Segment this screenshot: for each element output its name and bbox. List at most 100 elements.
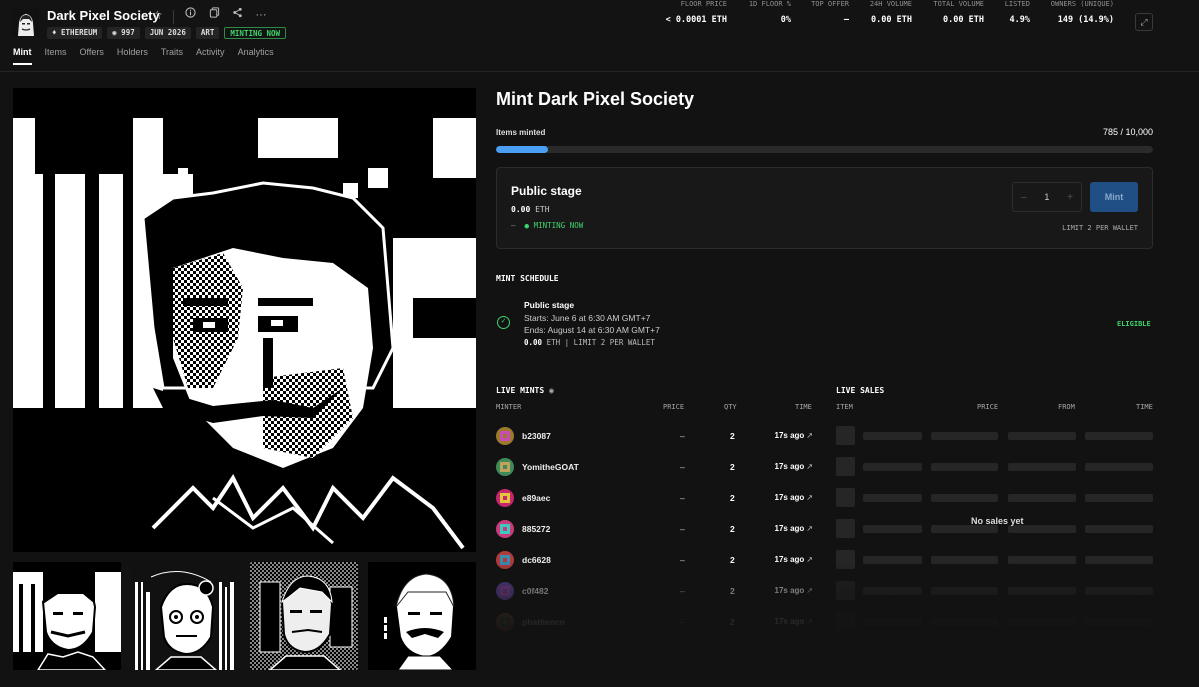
stage-price: 0.00 ETH xyxy=(511,205,550,214)
minter-name[interactable]: b23087 xyxy=(522,431,551,441)
mint-button[interactable]: Mint xyxy=(1090,182,1138,212)
skeleton-bar xyxy=(1085,494,1153,502)
skeleton-bar xyxy=(863,463,922,471)
increase-quantity-button[interactable]: + xyxy=(1067,192,1073,203)
mint-time[interactable]: 17s ago ↗ xyxy=(775,524,814,533)
quantity-value[interactable]: 1 xyxy=(1044,192,1049,202)
more-options-icon[interactable]: ··· xyxy=(253,7,269,23)
table-row[interactable]: phattiencn – 2 17s ago ↗ xyxy=(496,613,813,633)
copy-icon[interactable] xyxy=(206,7,222,23)
skeleton-row xyxy=(836,581,1153,601)
external-link-icon[interactable]: ↗ xyxy=(806,555,813,564)
skeleton-bar xyxy=(863,494,922,502)
stat-owners: OWNERS (UNIQUE) 149 (14.9%) xyxy=(1050,0,1114,25)
thumbnail-2[interactable] xyxy=(131,562,239,670)
tab-offers[interactable]: Offers xyxy=(80,47,104,65)
skeleton-bar xyxy=(1008,556,1076,564)
skeleton-bar xyxy=(931,587,998,595)
skeleton-row xyxy=(836,612,1153,632)
wallet-limit: LIMIT 2 PER WALLET xyxy=(1062,224,1138,232)
items-minted-value: 785 / 10,000 xyxy=(1102,127,1153,137)
collection-hero-image xyxy=(13,88,476,552)
mint-qty: 2 xyxy=(730,493,735,503)
tab-items[interactable]: Items xyxy=(45,47,67,65)
minter-name[interactable]: 885272 xyxy=(522,524,550,534)
mint-qty: 2 xyxy=(730,431,735,441)
info-icon[interactable] xyxy=(182,7,198,23)
mint-time[interactable]: 17s ago ↗ xyxy=(775,493,814,502)
thumbnail-4[interactable] xyxy=(368,562,476,670)
skeleton-thumb xyxy=(836,519,855,538)
external-link-icon[interactable]: ↗ xyxy=(806,431,813,440)
mint-time[interactable]: 17s ago ↗ xyxy=(775,462,814,471)
skeleton-bar xyxy=(931,463,998,471)
mint-time[interactable]: 17s ago ↗ xyxy=(775,617,814,626)
table-row[interactable]: e89aec – 2 17s ago ↗ xyxy=(496,489,813,509)
favorite-star-icon[interactable]: ☆ xyxy=(152,8,163,22)
mint-time[interactable]: 17s ago ↗ xyxy=(775,431,814,440)
minting-status-tag: MINTING NOW xyxy=(224,27,287,39)
avatar[interactable] xyxy=(496,427,514,445)
mint-time[interactable]: 17s ago ↗ xyxy=(775,586,814,595)
avatar[interactable] xyxy=(496,551,514,569)
minter-name[interactable]: YomitheGOAT xyxy=(522,462,579,472)
schedule-stage-name: Public stage xyxy=(524,300,575,310)
minter-name[interactable]: dc6628 xyxy=(522,555,551,565)
tab-traits[interactable]: Traits xyxy=(161,47,183,65)
avatar[interactable] xyxy=(496,613,514,631)
skeleton-bar xyxy=(1008,494,1076,502)
share-icon[interactable] xyxy=(229,7,245,23)
external-link-icon[interactable]: ↗ xyxy=(806,462,813,471)
avatar[interactable] xyxy=(496,458,514,476)
avatar[interactable] xyxy=(496,520,514,538)
external-link-icon[interactable]: ↗ xyxy=(806,586,813,595)
mint-price: – xyxy=(680,493,685,503)
table-row[interactable]: b23087 – 2 17s ago ↗ xyxy=(496,427,813,447)
decrease-quantity-button[interactable]: – xyxy=(1021,192,1027,203)
col-qty: QTY xyxy=(724,403,737,411)
stat-top-offer: TOP OFFER – xyxy=(811,0,849,25)
mint-time[interactable]: 17s ago ↗ xyxy=(775,555,814,564)
tab-mint[interactable]: Mint xyxy=(13,47,32,65)
table-row[interactable]: 885272 – 2 17s ago ↗ xyxy=(496,520,813,540)
table-row[interactable]: YomitheGOAT – 2 17s ago ↗ xyxy=(496,458,813,478)
avatar[interactable] xyxy=(496,489,514,507)
check-circle-icon: ✓ xyxy=(497,316,510,329)
skeleton-row xyxy=(836,488,1153,508)
external-link-icon[interactable]: ↗ xyxy=(806,524,813,533)
skeleton-bar xyxy=(931,494,998,502)
live-sales-heading: LIVE SALES xyxy=(836,386,885,395)
skeleton-bar xyxy=(1085,463,1153,471)
tab-analytics[interactable]: Analytics xyxy=(238,47,274,65)
col-price: PRICE xyxy=(663,403,685,411)
eye-icon[interactable]: ◉ xyxy=(549,386,554,395)
external-link-icon[interactable]: ↗ xyxy=(806,617,813,626)
minter-name[interactable]: phattiencn xyxy=(522,617,565,627)
thumbnail-1[interactable] xyxy=(13,562,121,670)
supply-tag: ◉ 997 xyxy=(107,27,140,39)
mint-price: – xyxy=(680,462,685,472)
external-link-icon[interactable]: ↗ xyxy=(806,493,813,502)
skeleton-thumb xyxy=(836,457,855,476)
skeleton-bar xyxy=(1085,618,1153,626)
tab-holders[interactable]: Holders xyxy=(117,47,148,65)
thumbnail-3[interactable] xyxy=(250,562,358,670)
expand-icon[interactable]: ⤢ xyxy=(1135,13,1153,31)
public-stage-card: Public stage 0.00 ETH – ● MINTING NOW – … xyxy=(496,167,1153,249)
avatar[interactable] xyxy=(496,582,514,600)
skeleton-row xyxy=(836,550,1153,570)
mint-progress-bar xyxy=(496,146,1153,153)
mint-price: – xyxy=(680,524,685,534)
tab-activity[interactable]: Activity xyxy=(196,47,225,65)
live-mints-heading: LIVE MINTS ◉ xyxy=(496,386,554,395)
minter-name[interactable]: e89aec xyxy=(522,493,550,503)
table-row[interactable]: c0f482 – 2 17s ago ↗ xyxy=(496,582,813,602)
date-tag: JUN 2026 xyxy=(144,27,191,39)
stat-listed: LISTED 4.9% xyxy=(1004,0,1030,25)
collection-title: Dark Pixel Society xyxy=(47,8,160,23)
col-time: TIME xyxy=(795,403,812,411)
skeleton-thumb xyxy=(836,550,855,569)
table-row[interactable]: dc6628 – 2 17s ago ↗ xyxy=(496,551,813,571)
minter-name[interactable]: c0f482 xyxy=(522,586,548,596)
schedule-ends: Ends: August 14 at 6:30 AM GMT+7 xyxy=(524,325,660,335)
